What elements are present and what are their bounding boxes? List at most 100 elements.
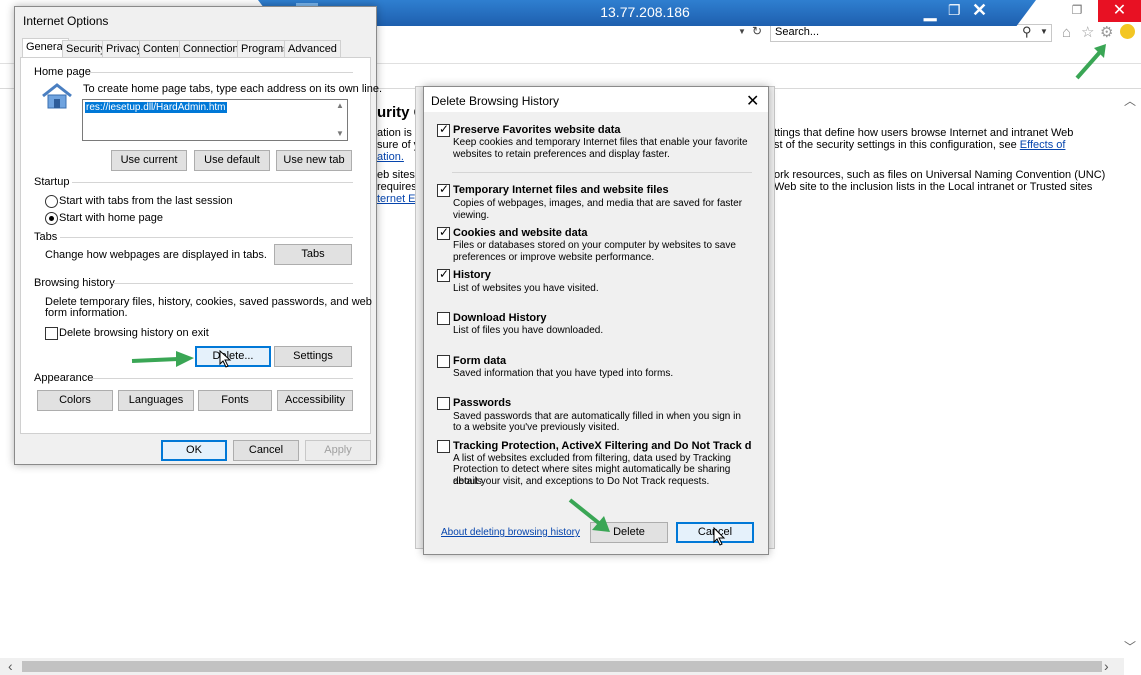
feedback-smiley-icon[interactable] <box>1120 24 1135 39</box>
internet-options-title: Internet Options <box>23 14 109 28</box>
effects-of-link[interactable]: Effects of <box>1020 139 1066 151</box>
history-checkbox[interactable] <box>437 267 450 282</box>
items-separator <box>452 172 752 173</box>
startup-last-session-label: Start with tabs from the last session <box>59 195 233 207</box>
delete-history-button[interactable]: Delete... <box>195 346 271 367</box>
preserve-favorites-desc-2: websites to retain preferences and displ… <box>453 149 670 160</box>
cookies-title: Cookies and website data <box>453 227 588 239</box>
fonts-button[interactable]: Fonts <box>198 390 272 411</box>
address-dropdown-icon[interactable]: ▼ <box>738 27 746 36</box>
accessibility-button[interactable]: Accessibility <box>277 390 353 411</box>
passwords-desc-2: to a website you've previously visited. <box>453 422 620 433</box>
startup-divider <box>72 182 353 183</box>
form-data-desc-1: Saved information that you have typed in… <box>453 368 674 379</box>
download-history-desc-1: List of files you have downloaded. <box>453 325 604 336</box>
cookies-desc-2: preferences or improve website performan… <box>453 252 655 263</box>
tracking-protection-title: Tracking Protection, ActiveX Filtering a… <box>453 440 752 452</box>
search-dropdown-icon[interactable]: ▼ <box>1040 27 1048 36</box>
vertical-scrollbar[interactable] <box>1124 90 1141 650</box>
startup-home-page-label: Start with home page <box>59 212 163 224</box>
scroll-down-icon[interactable]: ﹀ <box>1124 638 1136 655</box>
close-window-button[interactable]: ✕ <box>1098 0 1141 22</box>
tracking-protection-checkbox[interactable] <box>437 440 450 453</box>
tabs-group-label: Tabs <box>34 231 58 243</box>
remote-session-title: 13.77.208.186 <box>600 4 690 20</box>
passwords-title: Passwords <box>453 397 512 409</box>
page-text-left-5: requires <box>377 181 417 193</box>
use-default-button[interactable]: Use default <box>194 150 270 171</box>
remote-close-button[interactable]: ✕ <box>972 0 987 21</box>
languages-button[interactable]: Languages <box>118 390 194 411</box>
page-text-right-2: st of the security settings in this conf… <box>774 139 1065 151</box>
colors-button[interactable]: Colors <box>37 390 113 411</box>
textarea-scroll-down-icon[interactable]: ▼ <box>336 129 344 138</box>
use-new-tab-button[interactable]: Use new tab <box>276 150 352 171</box>
form-data-title: Form data <box>453 355 507 367</box>
startup-home-page-radio[interactable] <box>45 212 58 225</box>
ok-button[interactable]: OK <box>161 440 227 461</box>
page-text-right-4: Web site to the inclusion lists in the L… <box>774 181 1093 193</box>
scroll-up-icon[interactable]: ︿ <box>1124 92 1136 109</box>
tools-gear-icon[interactable]: ⚙ <box>1100 23 1113 41</box>
cookies-desc-1: Files or databases stored on your comput… <box>453 240 736 251</box>
home-icon[interactable]: ⌂ <box>1062 24 1071 41</box>
preserve-favorites-desc-1: Keep cookies and temporary Internet file… <box>453 137 748 148</box>
favorites-star-icon[interactable]: ☆ <box>1081 23 1094 41</box>
preserve-favorites-checkbox[interactable] <box>437 122 450 137</box>
textarea-scroll-up-icon[interactable]: ▲ <box>336 101 344 110</box>
green-arrow-delete <box>131 351 194 367</box>
page-link-left-6[interactable]: ternet E <box>377 193 416 205</box>
green-arrow-gear <box>1075 44 1106 80</box>
appearance-group-label: Appearance <box>34 372 94 384</box>
passwords-checkbox[interactable] <box>437 397 450 410</box>
use-current-button[interactable]: Use current <box>111 150 187 171</box>
remote-restore-button[interactable]: ❐ <box>948 2 961 19</box>
scroll-left-icon[interactable]: ‹ <box>8 658 13 674</box>
tabs-divider <box>60 237 353 238</box>
delete-on-exit-checkbox[interactable] <box>45 327 58 340</box>
page-text-right-3: ork resources, such as files on Universa… <box>774 169 1106 181</box>
home-page-group-label: Home page <box>34 66 91 78</box>
mouse-cursor-icon <box>219 350 232 368</box>
form-data-checkbox[interactable] <box>437 355 450 368</box>
startup-group-label: Startup <box>34 176 70 188</box>
tabs-button[interactable]: Tabs <box>274 244 352 265</box>
page-text-right-2a: st of the security settings in this conf… <box>774 139 1020 151</box>
cancel-button[interactable]: Cancel <box>233 440 299 461</box>
mouse-cursor-icon <box>713 527 726 546</box>
cookies-checkbox[interactable] <box>437 225 450 240</box>
home-page-divider <box>88 72 353 73</box>
home-page-house-icon <box>42 83 72 109</box>
search-icon[interactable]: ⚲ <box>1022 24 1032 40</box>
green-arrow-dialog-delete <box>568 498 610 532</box>
browsing-history-desc-2: form information. <box>45 307 128 319</box>
temp-files-checkbox[interactable] <box>437 182 450 197</box>
history-settings-button[interactable]: Settings <box>274 346 352 367</box>
remote-minimize-button[interactable]: ▁ <box>924 2 936 22</box>
history-desc-1: List of websites you have visited. <box>453 283 599 294</box>
page-text-left-4: eb sites <box>377 169 415 181</box>
refresh-icon[interactable]: ↻ <box>752 24 762 38</box>
about-deleting-history-link[interactable]: About deleting browsing history <box>441 527 580 538</box>
apply-button[interactable]: Apply <box>305 440 371 461</box>
download-history-checkbox[interactable] <box>437 312 450 325</box>
tab-advanced[interactable]: Advanced <box>284 40 341 57</box>
home-page-instruction: To create home page tabs, type each addr… <box>83 83 383 95</box>
home-page-address-value: res://iesetup.dll/HardAdmin.htm <box>85 102 227 113</box>
temp-files-title: Temporary Internet files and website fil… <box>453 184 669 196</box>
startup-last-session-radio[interactable] <box>45 195 58 208</box>
temp-files-desc-1: Copies of webpages, images, and media th… <box>453 198 743 209</box>
dialog-close-icon[interactable]: ✕ <box>746 91 759 111</box>
delete-browsing-history-title: Delete Browsing History <box>431 94 560 108</box>
page-link-left-3[interactable]: ation. <box>377 151 404 163</box>
download-history-title: Download History <box>453 312 547 324</box>
scroll-right-icon[interactable]: › <box>1104 658 1109 674</box>
appearance-divider <box>92 378 353 379</box>
page-text-left-1: ation is c <box>377 127 421 139</box>
temp-files-desc-2: viewing. <box>453 210 490 221</box>
browsing-history-divider <box>112 283 353 284</box>
page-text-left-2: sure of y <box>377 139 420 151</box>
horizontal-scroll-thumb[interactable] <box>22 661 1102 672</box>
restore-window-button[interactable]: ❐ <box>1062 3 1092 19</box>
delete-on-exit-label: Delete browsing history on exit <box>59 327 209 339</box>
